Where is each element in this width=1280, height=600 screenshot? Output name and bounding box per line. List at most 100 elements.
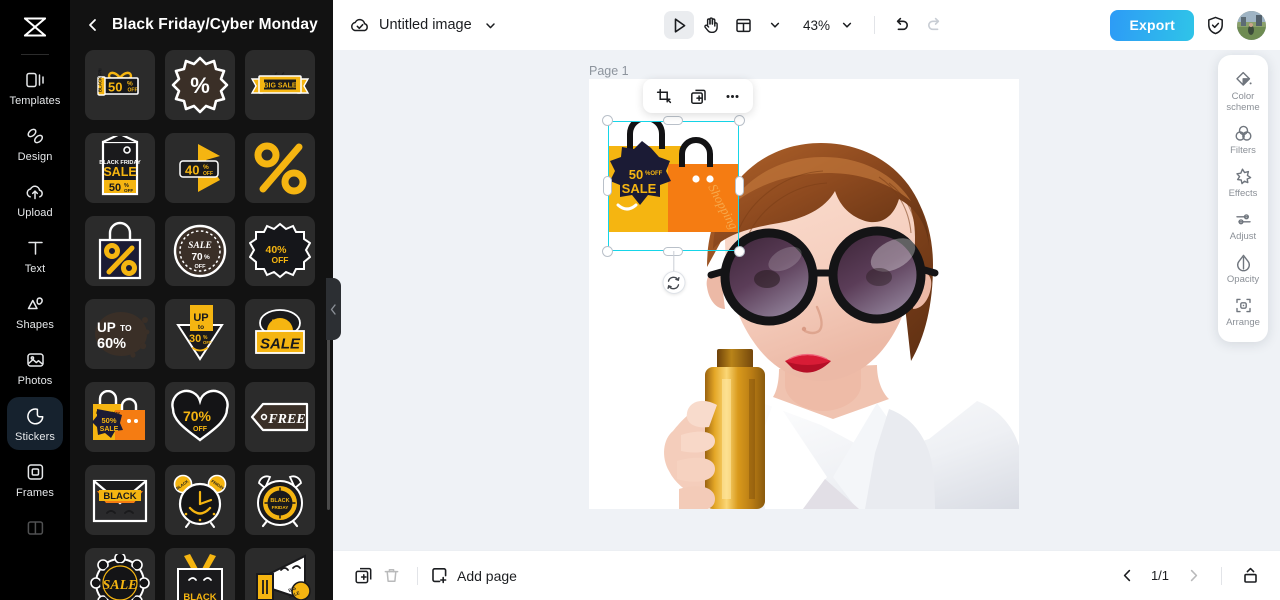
resize-handle-middle-left[interactable]: [603, 176, 612, 196]
prev-page-button[interactable]: [1113, 562, 1141, 590]
shapes-icon: [25, 292, 46, 316]
rotate-handle-icon[interactable]: [662, 271, 685, 294]
add-square-icon: [430, 566, 449, 585]
duplicate-page-button[interactable]: [349, 562, 377, 590]
sidebar-item-label: Design: [17, 151, 53, 163]
tool-arrange[interactable]: Arrange: [1219, 291, 1267, 332]
undo-button[interactable]: [887, 11, 917, 39]
hand-tool-button[interactable]: [696, 11, 726, 39]
resize-handle-top-center[interactable]: [663, 116, 683, 125]
svg-text:%: %: [190, 73, 210, 98]
sticker-megaphone-sale-sticker[interactable]: BIG SALE: [245, 548, 315, 600]
sidebar-item-label: Shapes: [16, 319, 54, 331]
effects-sparkle-icon: [1234, 167, 1253, 186]
shield-check-icon[interactable]: [1205, 15, 1226, 36]
sticker-black-envelope-sticker[interactable]: BLACK: [85, 465, 155, 535]
sidebar-item-more[interactable]: [7, 509, 63, 549]
sticker-sale-70-percent-off-circle[interactable]: SALE 70 % OFF: [165, 216, 235, 286]
layout-chevron-button[interactable]: [760, 11, 790, 39]
svg-text:SALE: SALE: [188, 241, 212, 251]
sticker-large-percent-symbol[interactable]: [245, 133, 315, 203]
sidebar-item-stickers[interactable]: Stickers: [7, 397, 63, 450]
templates-icon: [25, 68, 46, 92]
more-options-button[interactable]: [717, 82, 747, 110]
panel-scrollbar[interactable]: [327, 330, 330, 510]
resize-handle-top-right[interactable]: [734, 115, 745, 126]
svg-text:OFF: OFF: [203, 171, 213, 177]
sticker-40-percent-off-arrow[interactable]: 40 % OFF: [165, 133, 235, 203]
artboard[interactable]: Black Friday deals Shopping 50 %OFF SALE: [589, 79, 1019, 509]
cursor-select-icon: [674, 17, 685, 33]
layout-tool-button[interactable]: [728, 11, 758, 39]
canvas-area[interactable]: Page 1 Shopping 50 %OFF SALE Color schem…: [333, 50, 1280, 550]
crop-icon: [656, 88, 671, 103]
user-avatar[interactable]: [1237, 10, 1266, 40]
page-indicator: 1/1: [1150, 568, 1170, 583]
duplicate-button[interactable]: [683, 82, 713, 110]
select-tool-button[interactable]: [664, 11, 694, 39]
export-button[interactable]: Export: [1110, 9, 1194, 41]
sticker-sale-scalloped-badge[interactable]: SALE: [85, 548, 155, 600]
sticker-big-sale-ribbon-banner[interactable]: BIG SALE: [245, 50, 315, 120]
sticker-black-friday-alarm-clock[interactable]: BLACK FRIDAY: [245, 465, 315, 535]
sticker-up-to-60-percent-badge[interactable]: UP TO 60%: [85, 299, 155, 369]
sticker-shopping-bag-percent[interactable]: [85, 216, 155, 286]
chevron-down-icon: [842, 22, 852, 28]
panel-back-chevron-left-icon[interactable]: [84, 16, 102, 34]
crop-button[interactable]: [649, 82, 679, 110]
sidebar-item-text[interactable]: Text: [7, 229, 63, 282]
svg-text:to: to: [198, 324, 204, 331]
tool-opacity[interactable]: Opacity: [1219, 248, 1267, 289]
tool-color-scheme[interactable]: Color scheme: [1219, 65, 1267, 117]
sticker-up-to-30-percent-arrow-down[interactable]: UP to 30 % OFF: [165, 299, 235, 369]
sidebar-item-label: Text: [24, 263, 46, 275]
sticker-percent-starburst-badge[interactable]: %: [165, 50, 235, 120]
document-title[interactable]: Untitled image: [379, 17, 472, 33]
selection-box[interactable]: Black Friday deals Shopping 50 %OFF SALE: [602, 79, 753, 294]
document-title-chevron-down-icon[interactable]: [484, 19, 497, 32]
tool-adjust[interactable]: Adjust: [1219, 205, 1267, 246]
next-page-button[interactable]: [1179, 562, 1207, 590]
sticker-black-friday-gift-box[interactable]: BLACK FRIDAY: [165, 548, 235, 600]
sticker-black-friday-sale-50-tag[interactable]: BLACK FRIDAY SALE 50 % OFF: [85, 133, 155, 203]
cloud-saved-icon[interactable]: [347, 12, 373, 38]
sidebar-item-photos[interactable]: Photos: [7, 341, 63, 394]
tool-label-line2: scheme: [1226, 102, 1260, 113]
panel-collapse-handle[interactable]: [326, 278, 341, 340]
resize-handle-top-left[interactable]: [602, 115, 613, 126]
svg-text:BLACK: BLACK: [270, 498, 289, 504]
redo-arrow-icon: [928, 17, 940, 31]
ellipsis-icon: [726, 94, 738, 98]
sticker-shopping-bags-sale-sticker[interactable]: Black Friday deals 50% SALE: [85, 382, 155, 452]
delete-page-button[interactable]: [377, 562, 405, 590]
svg-text:%: %: [203, 164, 209, 171]
add-page-button[interactable]: Add page: [430, 566, 517, 585]
zoom-chevron-button[interactable]: [832, 11, 862, 39]
chevron-left-icon: [330, 303, 336, 315]
svg-text:OFF: OFF: [128, 88, 138, 94]
sticker-gift-50-percent-off-coupon[interactable]: BLACK FRI 50 % OFF: [85, 50, 155, 120]
sticker-big-sale-label-badge[interactable]: BIG SALE: [245, 299, 315, 369]
chevron-left-icon: [1123, 569, 1130, 582]
tool-effects[interactable]: Effects: [1219, 162, 1267, 203]
capcut-logo-icon[interactable]: [0, 4, 70, 50]
sticker-heart-70-percent-off[interactable]: 70% OFF: [165, 382, 235, 452]
resize-handle-middle-right[interactable]: [735, 176, 744, 196]
top-toolbar: Untitled image 43% Export: [333, 0, 1280, 50]
sticker-free-tag-label[interactable]: FREE: [245, 382, 315, 452]
sidebar-item-templates[interactable]: Templates: [7, 61, 63, 114]
sticker-40-percent-off-starburst[interactable]: 40% OFF: [245, 216, 315, 286]
sidebar-item-design[interactable]: Design: [7, 117, 63, 170]
resize-handle-bottom-left[interactable]: [602, 246, 613, 257]
sidebar-item-shapes[interactable]: Shapes: [7, 285, 63, 338]
svg-text:FREE: FREE: [267, 412, 305, 427]
redo-button[interactable]: [919, 11, 949, 39]
panel-header: Black Friday/Cyber Monday: [70, 0, 333, 50]
expand-panel-button[interactable]: [1236, 562, 1264, 590]
tool-filters[interactable]: Filters: [1219, 119, 1267, 160]
sidebar-item-frames[interactable]: Frames: [7, 453, 63, 506]
resize-handle-bottom-right[interactable]: [734, 246, 745, 257]
filters-icon: [1234, 124, 1253, 143]
sidebar-item-upload[interactable]: Upload: [7, 173, 63, 226]
sticker-black-friday-alarm-smile[interactable]: BLACK FRIDAY: [165, 465, 235, 535]
